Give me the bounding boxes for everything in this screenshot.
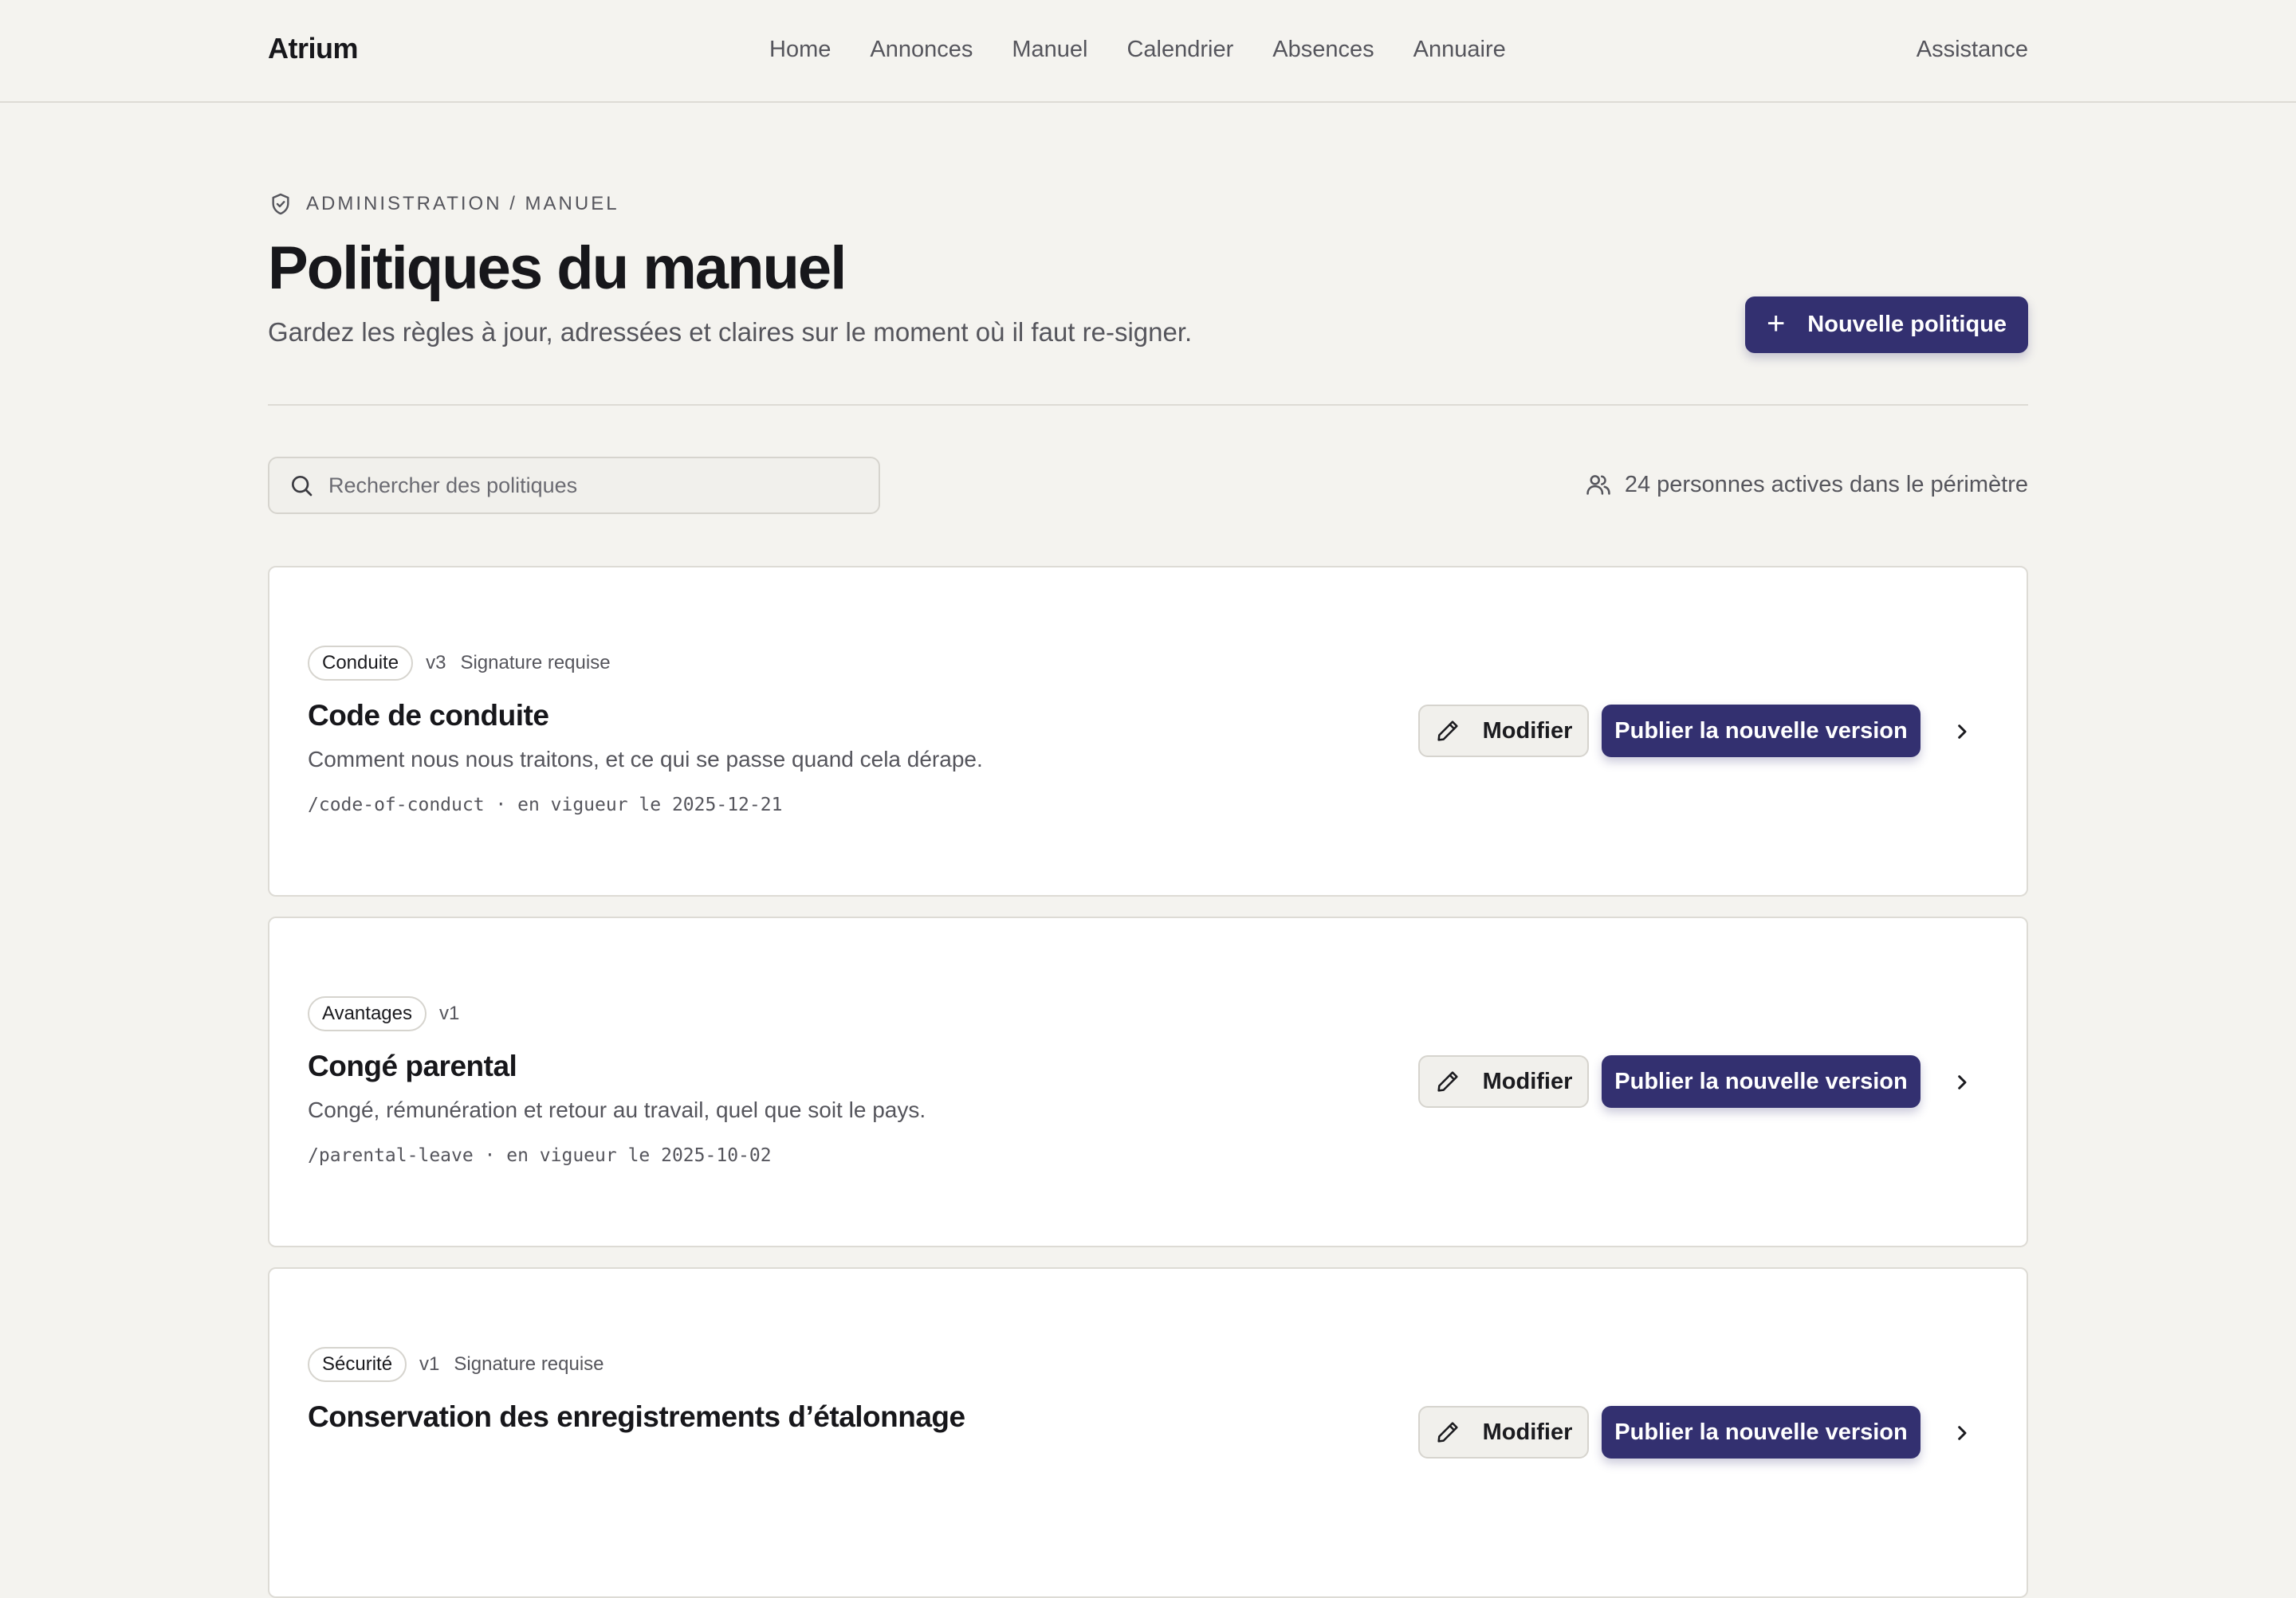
breadcrumb: Administration / Manuel	[268, 191, 619, 217]
category-tag: Conduite	[308, 646, 414, 681]
edit-label: Modifier	[1482, 1068, 1573, 1094]
nav-item-annuaire[interactable]: Annuaire	[1413, 37, 1506, 63]
policy-description: Congé, rémunération et retour au travail…	[308, 1097, 926, 1122]
publish-new-version-button[interactable]: Publier la nouvelle version	[1602, 1055, 1921, 1108]
page-subtitle: Gardez les règles à jour, adressées et c…	[268, 317, 1193, 347]
policy-card-calibration-records[interactable]: Sécurité v1 Signature requise Conservati…	[268, 1267, 2028, 1598]
version-label: v1	[419, 1353, 440, 1375]
plus-icon: +	[1766, 305, 1786, 341]
pencil-icon	[1437, 1422, 1458, 1443]
edit-button[interactable]: Modifier	[1418, 1055, 1589, 1108]
policy-title[interactable]: Code de conduite	[308, 699, 549, 732]
policy-meta: Conduite v3 Signature requise	[308, 646, 611, 681]
policy-slug-date: /code-of-conduct · en vigueur le 2025-12…	[308, 795, 783, 815]
main-nav: Home Annonces Manuel Calendrier Absences…	[769, 37, 1506, 63]
search-box[interactable]	[268, 457, 880, 514]
search-icon	[292, 476, 313, 497]
new-policy-button[interactable]: + Nouvelle politique	[1745, 296, 2028, 353]
shield-check-icon	[272, 193, 289, 215]
policy-slug-date: /parental-leave · en vigueur le 2025-10-…	[308, 1145, 772, 1166]
active-people-text: 24 personnes actives dans le périmètre	[1624, 471, 2028, 497]
signature-required-label: Signature requise	[454, 1353, 604, 1375]
policy-card-code-of-conduct[interactable]: Conduite v3 Signature requise Code de co…	[268, 566, 2028, 897]
pencil-icon	[1437, 1071, 1458, 1092]
page-title: Politiques du manuel	[268, 234, 847, 302]
chevron-right-icon[interactable]	[1949, 1420, 1975, 1446]
edit-label: Modifier	[1482, 717, 1573, 744]
header-divider	[268, 404, 2028, 406]
nav-item-manuel[interactable]: Manuel	[1012, 37, 1087, 63]
users-icon	[1586, 475, 1610, 495]
chevron-right-icon[interactable]	[1949, 719, 1975, 744]
new-policy-label: Nouvelle politique	[1807, 312, 2007, 337]
nav-item-annonces[interactable]: Annonces	[870, 37, 973, 63]
signature-required-label: Signature requise	[460, 652, 611, 673]
brand-logo[interactable]: Atrium	[268, 32, 359, 65]
publish-new-version-button[interactable]: Publier la nouvelle version	[1602, 705, 1921, 757]
edit-button[interactable]: Modifier	[1418, 705, 1589, 757]
nav-item-home[interactable]: Home	[769, 37, 831, 63]
category-tag: Avantages	[308, 996, 427, 1031]
policy-card-parental-leave[interactable]: Avantages v1 Congé parental Congé, rémun…	[268, 917, 2028, 1247]
policy-title[interactable]: Conservation des enregistrements d’étalo…	[308, 1400, 965, 1434]
nav-item-calendrier[interactable]: Calendrier	[1126, 37, 1233, 63]
edit-button[interactable]: Modifier	[1418, 1406, 1589, 1459]
category-tag: Sécurité	[308, 1347, 407, 1382]
breadcrumb-text[interactable]: Administration / Manuel	[306, 193, 619, 215]
top-navigation-bar: Atrium Home Annonces Manuel Calendrier A…	[0, 0, 2296, 103]
publish-new-version-button[interactable]: Publier la nouvelle version	[1602, 1406, 1921, 1459]
policy-description: Comment nous nous traitons, et ce qui se…	[308, 747, 983, 772]
chevron-right-icon[interactable]	[1949, 1070, 1975, 1095]
policy-title[interactable]: Congé parental	[308, 1050, 517, 1083]
help-link[interactable]: Assistance	[1917, 37, 2028, 63]
search-input[interactable]	[328, 473, 879, 498]
pencil-icon	[1437, 720, 1458, 741]
edit-label: Modifier	[1482, 1419, 1573, 1445]
active-people-count: 24 personnes actives dans le périmètre	[1585, 471, 2028, 498]
policy-meta: Sécurité v1 Signature requise	[308, 1347, 604, 1382]
version-label: v1	[438, 1003, 460, 1024]
policy-meta: Avantages v1	[308, 996, 459, 1031]
version-label: v3	[426, 652, 446, 673]
nav-item-absences[interactable]: Absences	[1272, 37, 1374, 63]
